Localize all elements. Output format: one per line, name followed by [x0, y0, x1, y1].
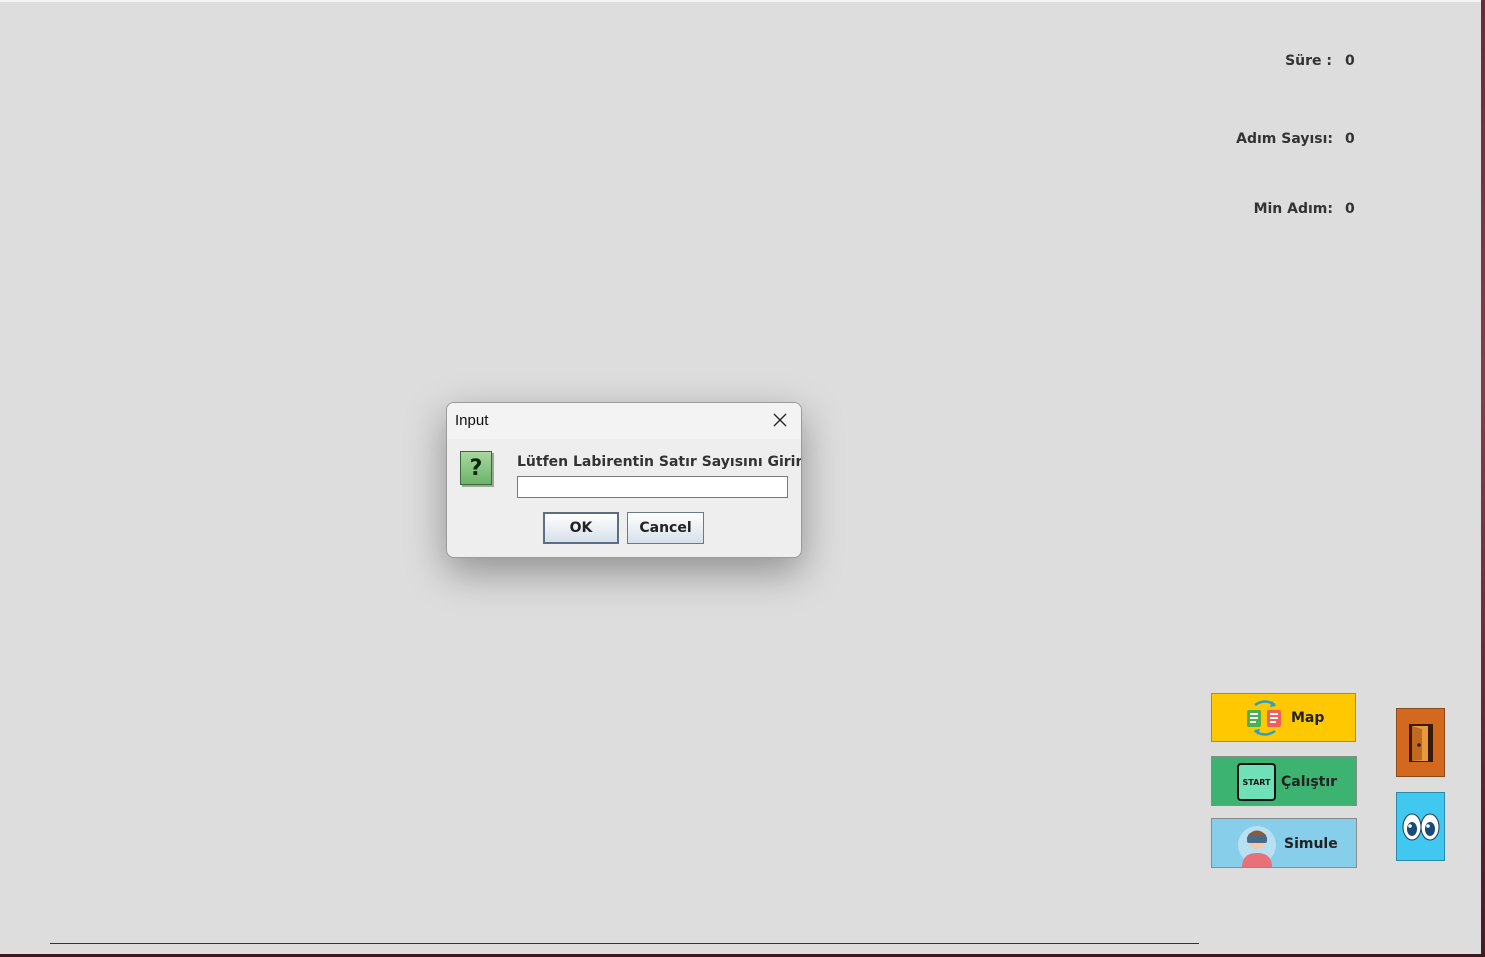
- run-button[interactable]: START Çalıştır: [1211, 756, 1357, 806]
- cancel-button[interactable]: Cancel: [627, 512, 704, 544]
- map-button[interactable]: Map: [1211, 693, 1356, 742]
- close-icon: [773, 412, 787, 431]
- eyes-icon: [1401, 811, 1441, 847]
- row-count-input[interactable]: [517, 476, 788, 498]
- simulate-button[interactable]: Simule: [1211, 818, 1357, 868]
- dialog-titlebar[interactable]: Input: [447, 403, 801, 439]
- ok-button[interactable]: OK: [543, 512, 619, 544]
- exit-button[interactable]: [1396, 708, 1445, 777]
- start-sign-icon: START: [1237, 763, 1276, 801]
- start-sign-text: START: [1242, 777, 1271, 787]
- map-swap-icon: [1245, 699, 1285, 737]
- bottom-separator: [50, 943, 1199, 944]
- simulate-button-label: Simule: [1284, 836, 1338, 852]
- min-steps-value: 0: [1345, 201, 1355, 217]
- desktop-background-edge: [1481, 0, 1485, 957]
- step-count-label: Adım Sayısı:: [1236, 131, 1333, 147]
- input-dialog: Input ? Lütfen Labirentin Satır Sayısını…: [446, 402, 802, 558]
- time-label: Süre :: [1285, 53, 1332, 69]
- close-button[interactable]: [765, 408, 795, 434]
- question-icon: ?: [460, 451, 492, 485]
- door-icon: [1408, 723, 1434, 767]
- vr-user-icon: [1236, 823, 1278, 867]
- map-button-label: Map: [1291, 710, 1325, 726]
- min-steps-label: Min Adım:: [1253, 201, 1333, 217]
- time-value: 0: [1345, 53, 1355, 69]
- step-count-value: 0: [1345, 131, 1355, 147]
- dialog-message: Lütfen Labirentin Satır Sayısını Giriniz…: [517, 454, 802, 470]
- run-button-label: Çalıştır: [1281, 774, 1338, 790]
- dialog-title: Input: [455, 412, 489, 429]
- view-button[interactable]: [1396, 792, 1445, 861]
